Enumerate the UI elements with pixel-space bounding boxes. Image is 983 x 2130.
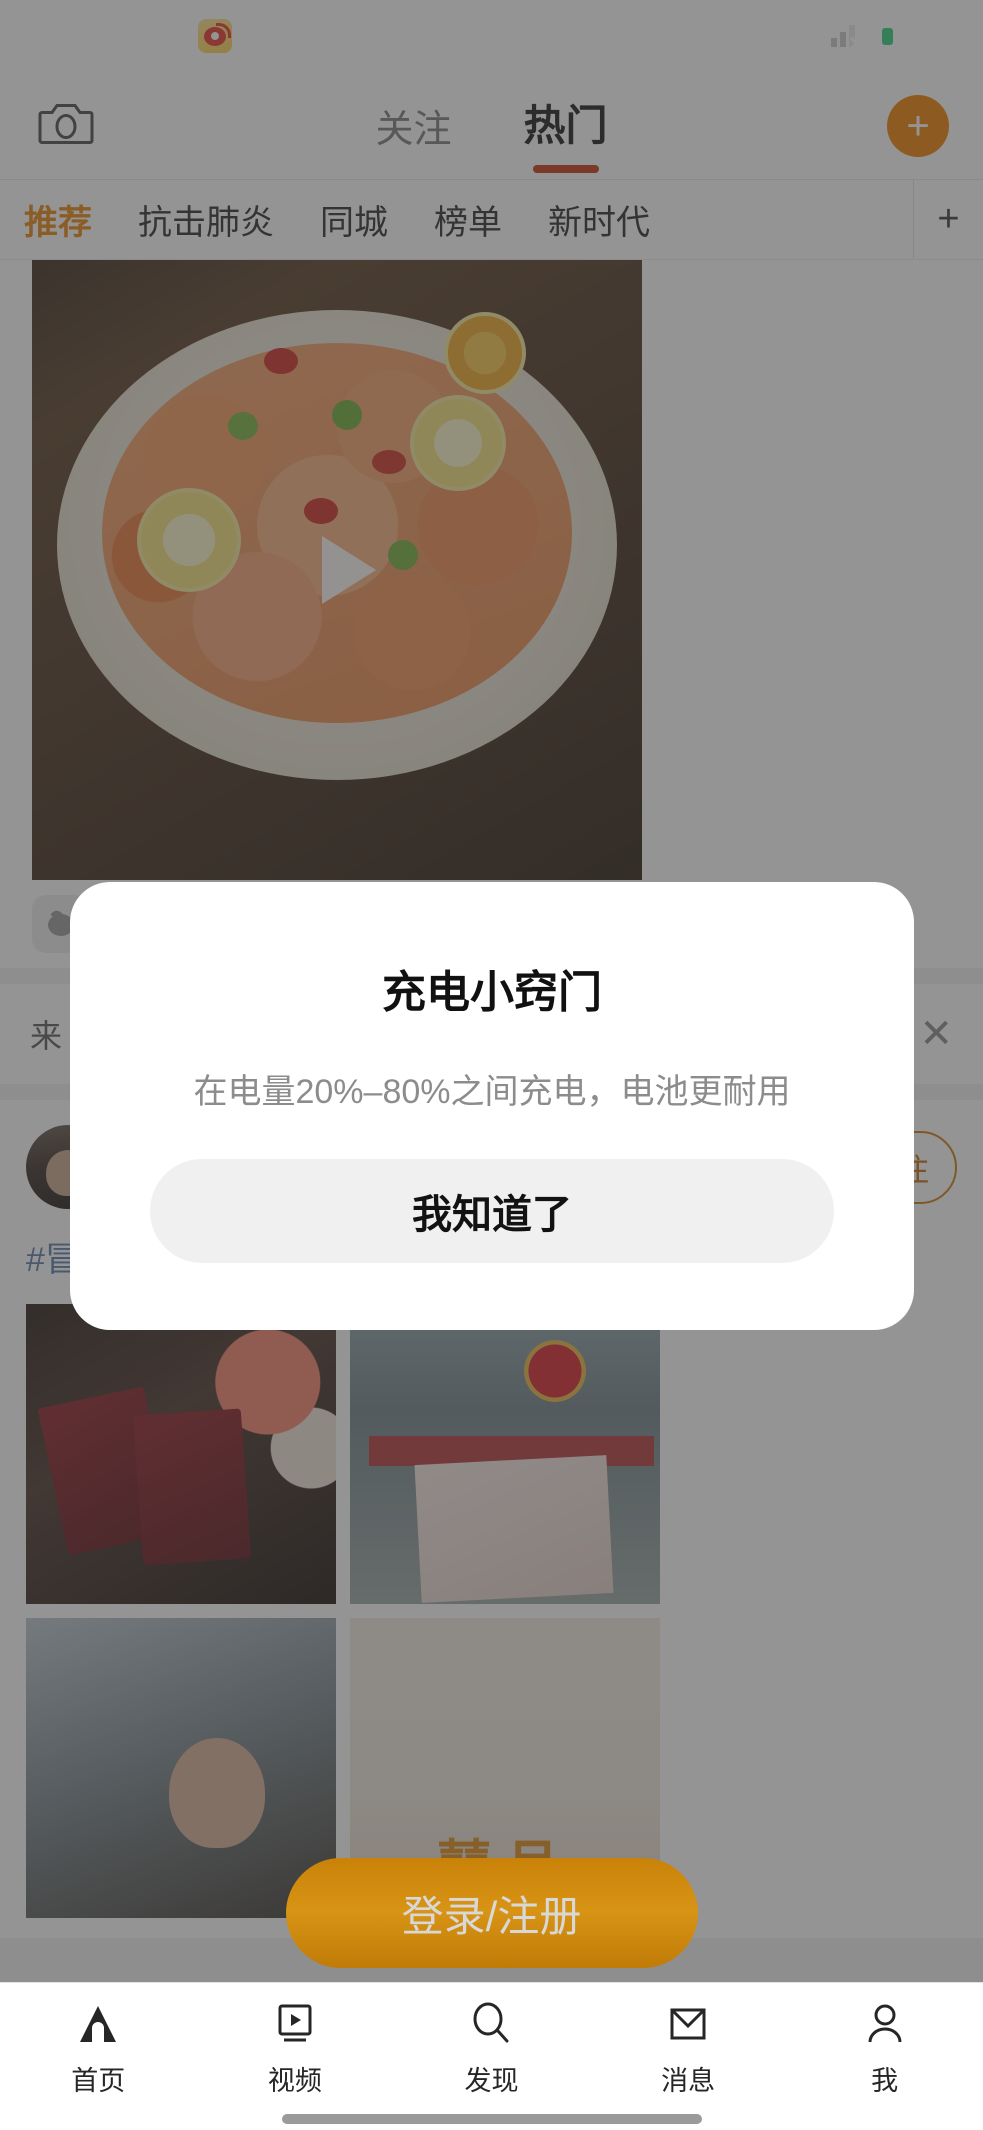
bottom-nav-item-home[interactable]: 首页 — [0, 1997, 197, 2098]
person-icon — [861, 1997, 909, 2051]
bottom-nav-label-video: 视频 — [267, 2066, 322, 2096]
home-icon — [74, 1997, 122, 2051]
dialog-message: 在电量20%–80%之间充电，电池更耐用 — [193, 1073, 791, 1111]
bottom-nav-item-messages[interactable]: 消息 — [590, 1997, 787, 2098]
dialog-title: 充电小窍门 — [382, 968, 602, 1017]
bottom-nav-label-me: 我 — [871, 2066, 899, 2096]
login-register-button[interactable]: 登录/注册 — [285, 1858, 698, 1968]
bottom-nav-label-home: 首页 — [71, 2066, 126, 2096]
phone-screen: 10:24 144Hz — [0, 0, 983, 2130]
home-indicator — [281, 2114, 702, 2124]
search-icon — [467, 1997, 515, 2051]
bottom-nav-item-me[interactable]: 我 — [786, 1997, 983, 2098]
bottom-nav-label-messages: 消息 — [661, 2066, 716, 2096]
mail-icon — [664, 1997, 712, 2051]
bottom-nav-item-video[interactable]: 视频 — [197, 1997, 394, 2098]
bottom-nav-item-discover[interactable]: 发现 — [393, 1997, 590, 2098]
dialog-confirm-button[interactable]: 我知道了 — [150, 1159, 834, 1263]
bottom-nav-label-discover: 发现 — [464, 2066, 519, 2096]
charging-tip-dialog: 充电小窍门 在电量20%–80%之间充电，电池更耐用 我知道了 — [70, 882, 914, 1330]
bottom-nav-bar: 首页 视频 发现 消息 我 — [0, 1982, 983, 2130]
video-icon — [271, 1997, 319, 2051]
